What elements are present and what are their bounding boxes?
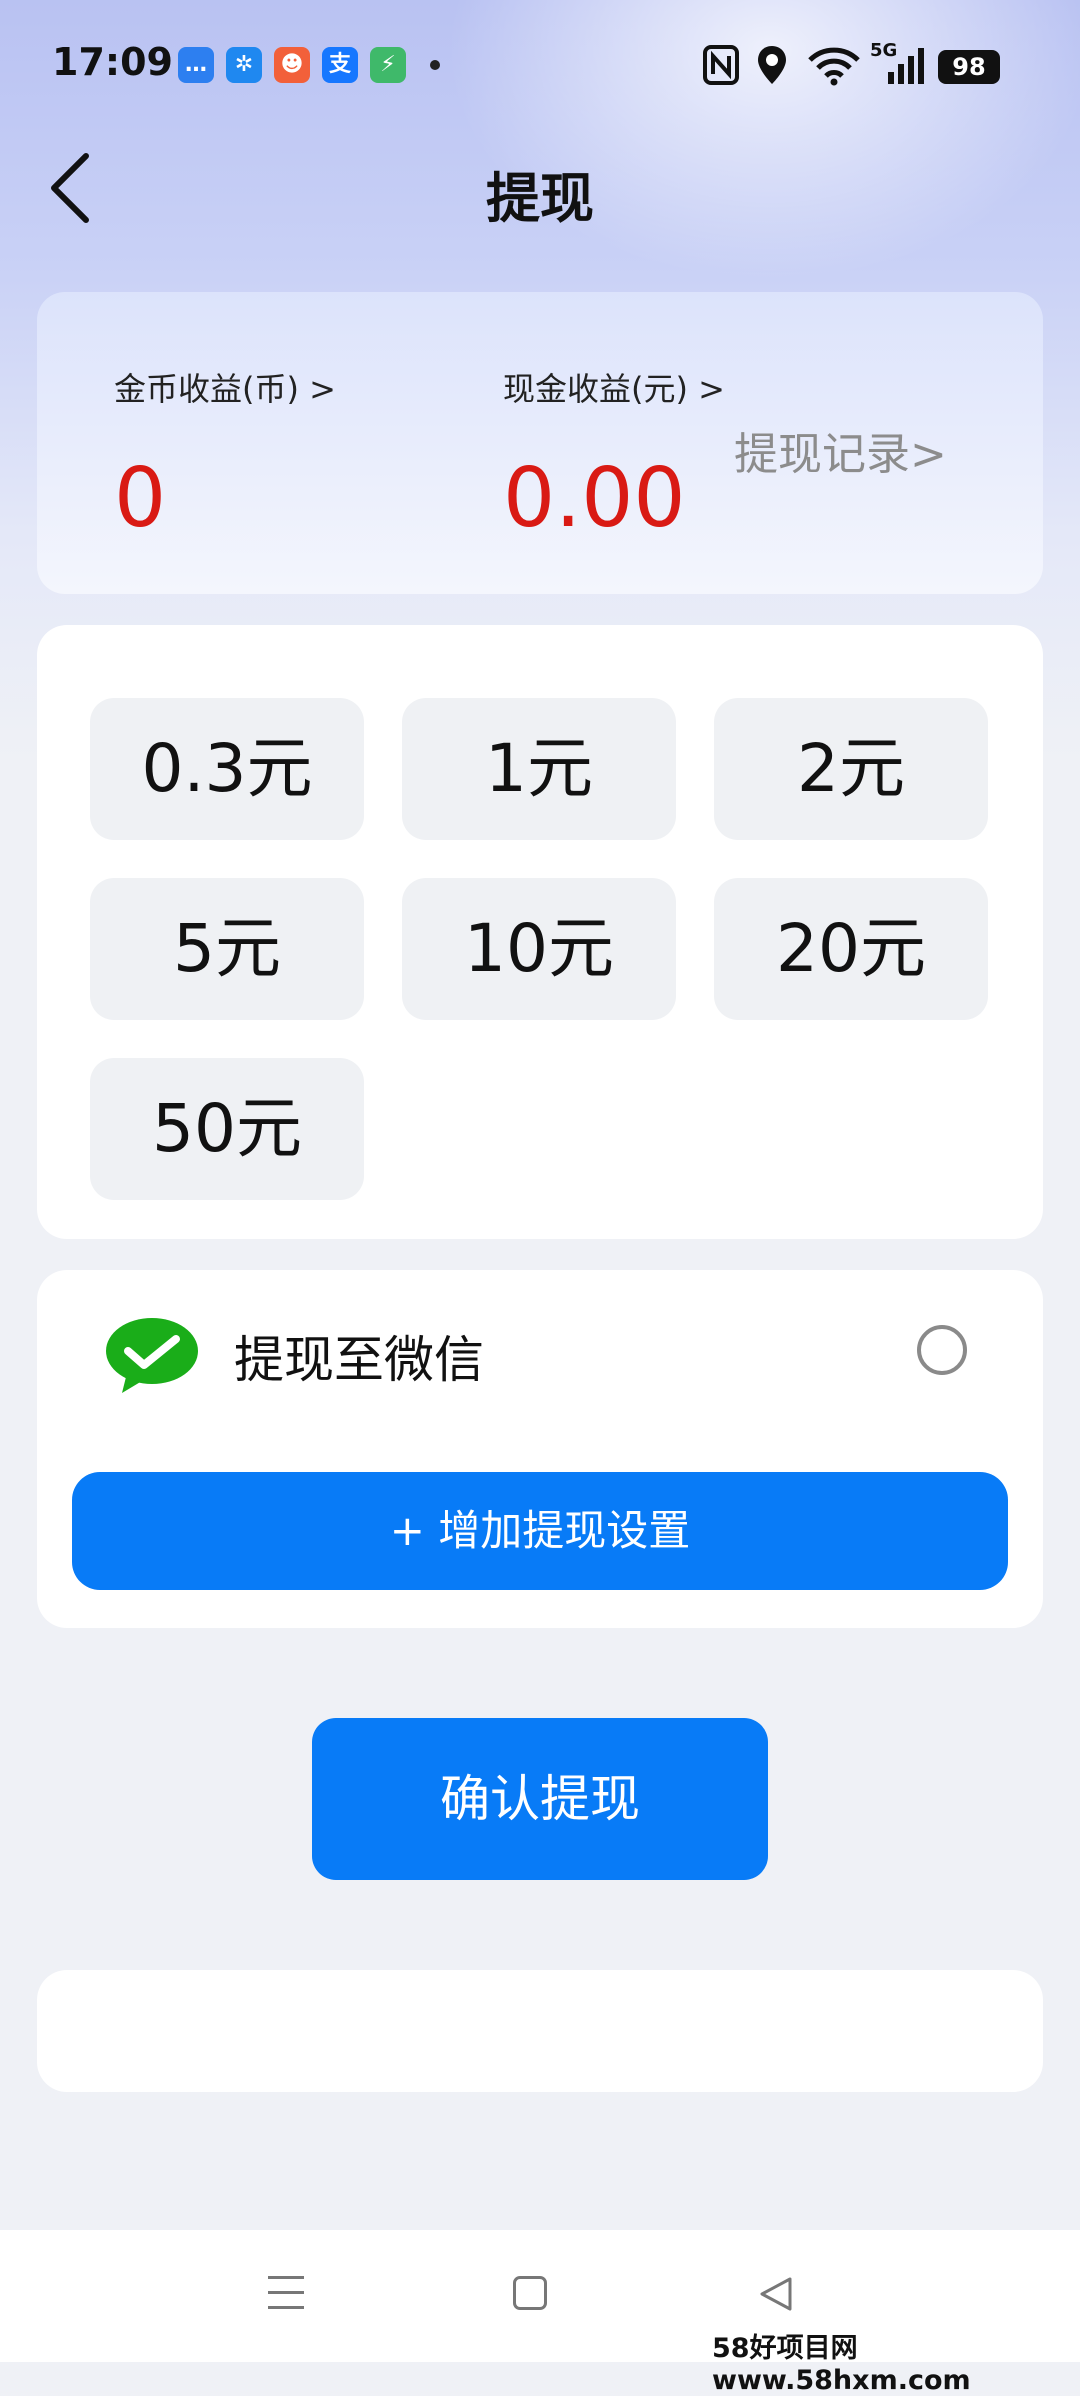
coin-earnings-label[interactable]: 金币收益(币) >	[114, 364, 336, 410]
video-app-icon: ☻	[274, 47, 310, 83]
add-payout-setting-button[interactable]: + 增加提现设置	[72, 1472, 1008, 1590]
amount-option[interactable]: 20元	[714, 878, 988, 1020]
amount-option[interactable]: 5元	[90, 878, 364, 1020]
amount-option[interactable]: 1元	[402, 698, 676, 840]
nav-back-icon[interactable]	[756, 2274, 796, 2314]
security-shield-icon: ⚡	[370, 47, 406, 83]
status-bar: 17:09 … ✲ ☻ 支 ⚡ 5G 98	[0, 0, 1080, 130]
cash-earnings-value: 0.00	[503, 451, 686, 546]
amount-option[interactable]: 0.3元	[90, 698, 364, 840]
status-time: 17:09	[52, 40, 173, 84]
signal-icon	[888, 48, 924, 84]
withdraw-record-link[interactable]: 提现记录>	[734, 418, 947, 482]
pinwheel-app-icon: ✲	[226, 47, 262, 83]
empty-card	[37, 1970, 1043, 2092]
home-icon[interactable]	[513, 2276, 547, 2310]
amount-option[interactable]: 50元	[90, 1058, 364, 1200]
cash-earnings-label[interactable]: 现金收益(元) >	[503, 364, 725, 410]
recent-apps-icon[interactable]	[268, 2276, 304, 2310]
wechat-icon	[106, 1318, 198, 1393]
nfc-icon	[703, 45, 739, 85]
location-icon	[758, 46, 786, 84]
message-icon: …	[178, 47, 214, 83]
wifi-icon	[808, 47, 860, 86]
wechat-payout-label: 提现至微信	[234, 1331, 484, 1389]
amount-option[interactable]: 10元	[402, 878, 676, 1020]
wechat-radio[interactable]	[917, 1325, 967, 1375]
confirm-withdraw-button[interactable]: 确认提现	[312, 1718, 768, 1880]
amount-option[interactable]: 2元	[714, 698, 988, 840]
alipay-icon: 支	[322, 47, 358, 83]
coin-earnings-value: 0	[114, 451, 167, 546]
page-title: 提现	[486, 167, 594, 230]
more-notifications-dot	[430, 60, 440, 70]
watermark: 58好项目网www.58hxm.com	[712, 2333, 971, 2396]
battery-indicator: 98	[938, 50, 1000, 84]
